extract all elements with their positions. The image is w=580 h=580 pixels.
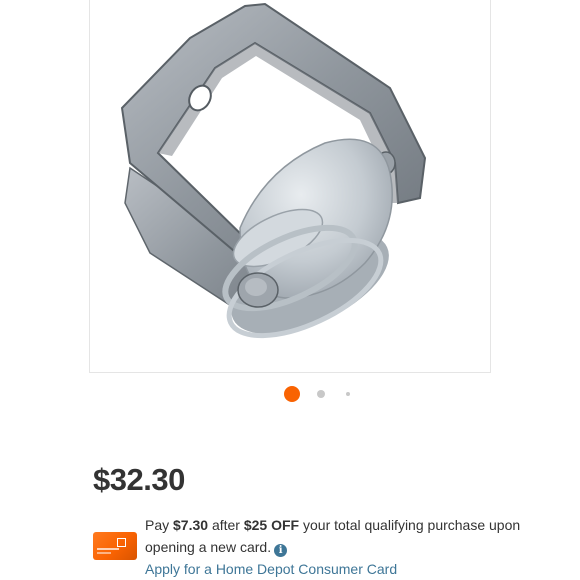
offer-text-rest: your total qualifying xyxy=(303,517,424,533)
carousel-dot[interactable] xyxy=(317,390,325,398)
carousel-dot[interactable] xyxy=(346,392,350,396)
product-image-card[interactable] xyxy=(89,0,491,373)
offer-discount: $25 OFF xyxy=(243,517,300,533)
info-icon[interactable]: i xyxy=(274,544,288,557)
home-depot-credit-card-icon xyxy=(93,532,137,560)
carousel-indicators xyxy=(0,386,580,402)
apply-card-link[interactable]: Apply for a Home Depot Consumer Card xyxy=(145,558,565,580)
product-image xyxy=(120,2,427,339)
offer-savings-amount: $7.30 xyxy=(173,517,209,533)
product-price: $32.30 xyxy=(93,462,185,497)
carousel-dot-active[interactable] xyxy=(284,386,300,402)
offer-text-after: after xyxy=(211,517,240,533)
offer-text-pay: Pay xyxy=(145,517,170,533)
financing-offer: Pay $7.30 after $25 OFF your total quali… xyxy=(145,514,565,580)
